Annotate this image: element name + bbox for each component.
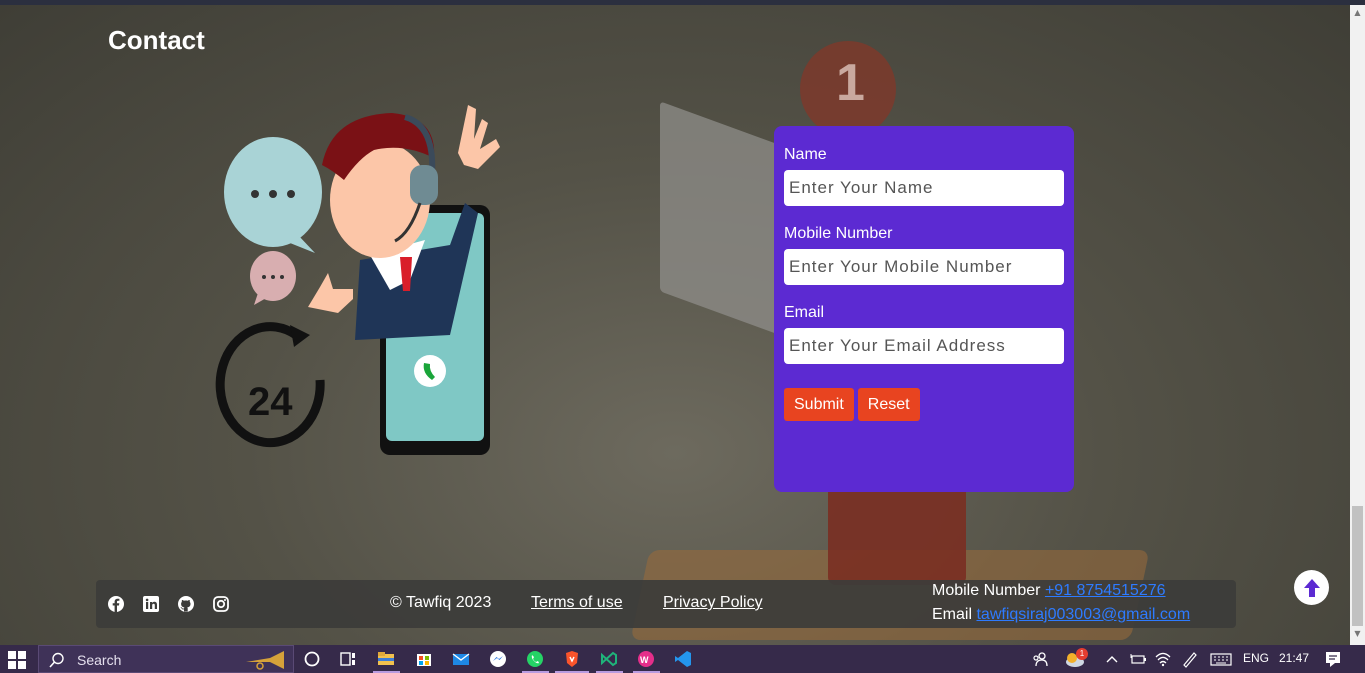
- scroll-up-arrow-icon[interactable]: ▲: [1353, 8, 1362, 17]
- store-icon[interactable]: [414, 649, 434, 669]
- file-explorer-icon[interactable]: [376, 649, 396, 669]
- search-label: Search: [77, 652, 122, 668]
- task-view-icon[interactable]: [338, 649, 358, 669]
- weather-badge: 1: [1076, 648, 1088, 660]
- support-illustration: 24: [215, 105, 500, 455]
- webapp-icon[interactable]: W: [636, 649, 656, 669]
- wifi-icon[interactable]: [1153, 649, 1173, 669]
- messenger-icon[interactable]: [488, 649, 508, 669]
- clock-24-icon: 24: [215, 322, 325, 448]
- windows-start-icon[interactable]: [8, 651, 26, 669]
- email-input[interactable]: [784, 328, 1064, 364]
- submit-button[interactable]: Submit: [784, 388, 854, 421]
- footer-email-line: Email tawfiqsiraj003003@gmail.com: [932, 606, 1190, 624]
- page-viewport: 1 Contact 24 Name Enter Your Name Mobile…: [0, 5, 1350, 645]
- vscode-icon[interactable]: [673, 649, 693, 669]
- speech-bubble-large: [224, 137, 322, 253]
- privacy-link[interactable]: Privacy Policy: [663, 594, 763, 612]
- clock[interactable]: 21:47: [1279, 651, 1309, 665]
- scrollbar-thumb[interactable]: [1352, 506, 1363, 626]
- form-buttons: Submit Reset: [784, 388, 1064, 421]
- language-indicator[interactable]: ENG: [1243, 651, 1269, 665]
- copyright-text: © Tawfiq 2023: [390, 594, 492, 611]
- reset-button[interactable]: Reset: [857, 388, 920, 421]
- svg-text:W: W: [640, 655, 649, 665]
- mobile-input[interactable]: [784, 249, 1064, 285]
- cortana-icon[interactable]: [302, 649, 322, 669]
- chevron-up-icon[interactable]: [1104, 649, 1120, 669]
- background-envelope: [660, 101, 790, 339]
- people-icon[interactable]: [1030, 649, 1050, 669]
- mail-icon[interactable]: [451, 649, 471, 669]
- background-notification-count: 1: [836, 54, 865, 112]
- email-label: Email: [784, 304, 825, 321]
- keyboard-icon[interactable]: [1209, 649, 1233, 669]
- brave-browser-icon[interactable]: [562, 649, 582, 669]
- scroll-to-top-button[interactable]: [1294, 570, 1329, 605]
- email-link[interactable]: tawfiqsiraj003003@gmail.com: [976, 606, 1190, 623]
- visual-studio-icon[interactable]: [599, 649, 619, 669]
- whatsapp-icon[interactable]: [525, 649, 545, 669]
- github-icon[interactable]: [178, 596, 194, 612]
- footer-mobile-line: Mobile Number +91 8754515276: [932, 582, 1166, 600]
- email-prefix: Email: [932, 606, 973, 623]
- name-label: Name: [784, 146, 827, 163]
- pen-icon[interactable]: [1180, 649, 1200, 669]
- name-input[interactable]: [784, 170, 1064, 206]
- arrow-up-icon: [1303, 578, 1320, 597]
- section-heading: Contact: [108, 25, 205, 55]
- battery-icon[interactable]: [1128, 649, 1148, 669]
- search-icon: [49, 652, 64, 668]
- facebook-icon[interactable]: [108, 596, 124, 612]
- mobile-label: Mobile Number: [784, 225, 893, 242]
- trumpet-icon: [246, 651, 284, 670]
- terms-link[interactable]: Terms of use: [531, 594, 623, 612]
- taskbar: Search W 1 ENG 21:47: [0, 645, 1365, 673]
- mobile-prefix: Mobile Number: [932, 582, 1041, 599]
- phone-link[interactable]: +91 8754515276: [1045, 582, 1166, 599]
- speech-bubble-small: [250, 251, 296, 305]
- linkedin-icon[interactable]: [143, 596, 159, 612]
- instagram-icon[interactable]: [213, 596, 229, 612]
- contact-form: Name Mobile Number Email Submit Reset: [774, 126, 1074, 492]
- scroll-down-arrow-icon[interactable]: ▼: [1353, 629, 1362, 638]
- clock-text: 24: [248, 380, 293, 424]
- site-footer: © Tawfiq 2023 Terms of use Privacy Polic…: [96, 580, 1236, 628]
- notifications-icon[interactable]: [1323, 649, 1343, 669]
- taskbar-search-box[interactable]: Search: [38, 645, 294, 673]
